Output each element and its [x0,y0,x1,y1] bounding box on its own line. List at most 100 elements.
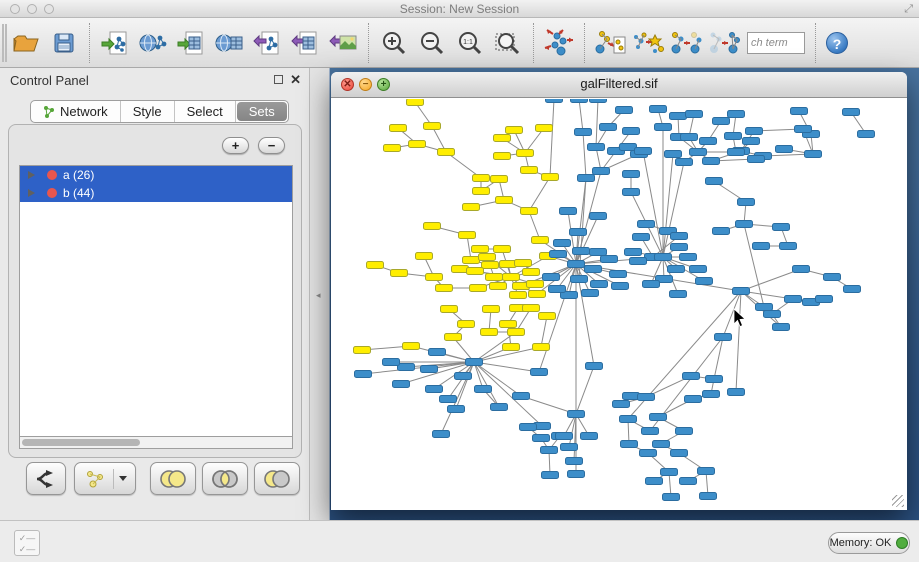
network-node-blue[interactable] [554,240,571,247]
network-node-blue[interactable] [764,311,781,318]
network-node-blue[interactable] [568,261,585,268]
network-node-blue[interactable] [685,396,702,403]
network-node-blue[interactable] [581,433,598,440]
network-node-blue[interactable] [578,175,595,182]
union-sets-button[interactable] [150,462,196,495]
network-node-blue[interactable] [715,334,732,341]
tab-select[interactable]: Select [175,101,236,122]
network-node-blue[interactable] [638,221,655,228]
network-node-yellow[interactable] [481,329,498,336]
network-node-blue[interactable] [690,149,707,156]
new-network-from-selection-button[interactable] [591,23,629,63]
apply-layout-button[interactable] [540,23,578,63]
network-node-yellow[interactable] [483,306,500,313]
network-node-blue[interactable] [448,406,465,413]
hide-selected-button[interactable] [667,23,705,63]
panel-splitter[interactable]: ◂ [310,68,330,520]
network-node-yellow[interactable] [506,127,523,134]
network-node-blue[interactable] [703,391,720,398]
network-node-blue[interactable] [681,134,698,141]
network-node-yellow[interactable] [523,305,540,312]
network-node-blue[interactable] [623,128,640,135]
network-node-blue[interactable] [590,249,607,256]
import-table-file-button[interactable] [172,23,210,63]
network-node-blue[interactable] [355,371,372,378]
network-node-blue[interactable] [805,151,822,158]
network-node-blue[interactable] [586,363,603,370]
network-node-blue[interactable] [623,171,640,178]
network-node-blue[interactable] [676,159,693,166]
network-node-yellow[interactable] [521,167,538,174]
network-node-blue[interactable] [429,349,446,356]
zoom-selected-button[interactable] [489,23,527,63]
network-node-blue[interactable] [542,472,559,479]
export-network-button[interactable] [248,23,286,63]
network-node-blue[interactable] [756,304,773,311]
network-node-yellow[interactable] [490,283,507,290]
network-edge[interactable] [596,99,598,147]
network-node-blue[interactable] [670,113,687,120]
network-node-blue[interactable] [533,435,550,442]
network-node-blue[interactable] [733,288,750,295]
network-node-yellow[interactable] [445,334,462,341]
save-session-button[interactable] [45,23,83,63]
export-image-button[interactable] [324,23,362,63]
network-node-blue[interactable] [655,254,672,261]
network-node-blue[interactable] [816,296,833,303]
difference-sets-button[interactable] [254,462,300,495]
network-node-yellow[interactable] [391,270,408,277]
network-node-blue[interactable] [573,248,590,255]
network-node-blue[interactable] [550,251,567,258]
network-node-blue[interactable] [601,256,618,263]
network-node-yellow[interactable] [473,188,490,195]
network-node-yellow[interactable] [436,285,453,292]
zoom-out-button[interactable] [413,23,451,63]
network-edge[interactable] [741,269,801,291]
network-node-blue[interactable] [793,266,810,273]
network-node-blue[interactable] [582,290,599,297]
network-node-blue[interactable] [824,274,841,281]
network-edge[interactable] [583,132,586,178]
network-node-blue[interactable] [655,124,672,131]
network-node-blue[interactable] [393,381,410,388]
network-node-blue[interactable] [738,199,755,206]
open-session-button[interactable] [7,23,45,63]
network-node-blue[interactable] [843,109,860,116]
network-node-blue[interactable] [671,450,688,457]
network-edge[interactable] [579,99,583,132]
network-node-yellow[interactable] [472,246,489,253]
network-node-blue[interactable] [620,416,637,423]
network-node-yellow[interactable] [479,254,496,261]
network-node-blue[interactable] [725,133,742,140]
task-history-button[interactable]: ✓—✓— [14,530,40,556]
set-row[interactable]: a (26) [20,166,292,184]
horizontal-scrollbar[interactable] [19,437,293,449]
network-node-yellow[interactable] [426,274,443,281]
network-node-yellow[interactable] [500,261,517,268]
network-node-yellow[interactable] [539,313,556,320]
network-node-blue[interactable] [426,386,443,393]
network-node-blue[interactable] [653,441,670,448]
network-node-blue[interactable] [570,229,587,236]
network-node-blue[interactable] [646,478,663,485]
split-sets-button[interactable] [26,462,66,495]
network-node-yellow[interactable] [542,174,559,181]
network-node-yellow[interactable] [500,321,517,328]
network-node-yellow[interactable] [494,246,511,253]
network-edge[interactable] [576,366,594,414]
network-node-blue[interactable] [706,376,723,383]
add-set-button[interactable]: + [222,137,249,154]
network-node-blue[interactable] [680,478,697,485]
network-view-window[interactable]: ✕ − + galFiltered.sif [331,72,907,510]
set-row[interactable]: b (44) [20,184,292,202]
network-node-yellow[interactable] [403,343,420,350]
network-node-blue[interactable] [543,274,560,281]
network-node-blue[interactable] [571,99,588,103]
network-node-blue[interactable] [630,258,647,265]
network-node-blue[interactable] [383,359,400,366]
network-node-blue[interactable] [590,213,607,220]
help-button[interactable]: ? [826,32,848,54]
network-node-blue[interactable] [433,431,450,438]
network-node-yellow[interactable] [424,223,441,230]
network-node-blue[interactable] [703,158,720,165]
